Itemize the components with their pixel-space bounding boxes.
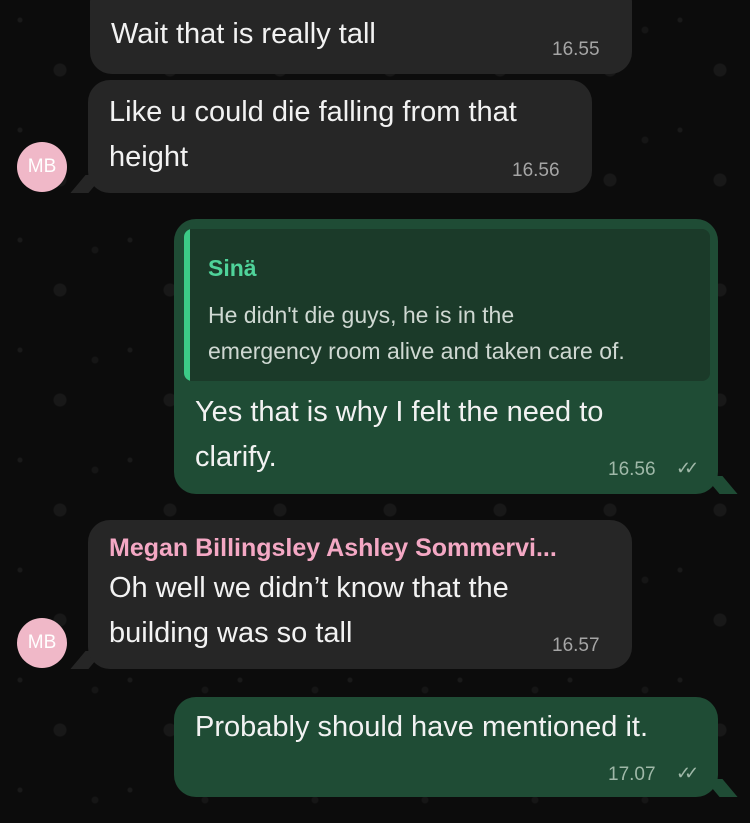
message-bubble-outgoing[interactable]: Sinä He didn't die guys, he is in the em… xyxy=(174,219,718,494)
message-time: 16.57 xyxy=(552,635,600,656)
message-text: Like u could die falling from that xyxy=(109,96,517,128)
message-bubble-outgoing[interactable]: Probably should have mentioned it. 17.07… xyxy=(174,697,718,797)
quote-accent-bar xyxy=(184,229,190,381)
quoted-message[interactable]: Sinä He didn't die guys, he is in the em… xyxy=(184,229,710,381)
double-check-icon: ✓✓ xyxy=(676,458,699,478)
message-time: 16.56 xyxy=(512,160,560,181)
message-time: 16.55 xyxy=(552,39,600,60)
message-text: building was so tall xyxy=(109,617,353,649)
message-text: Yes that is why I felt the need to xyxy=(195,396,604,428)
message-text: Probably should have mentioned it. xyxy=(195,711,649,743)
sender-name[interactable]: Megan Billingsley Ashley Sommervi... xyxy=(109,534,557,563)
message-text: Wait that is really tall xyxy=(111,18,376,50)
message-bubble-incoming[interactable]: Wait that is really tall 16.55 xyxy=(90,0,632,74)
avatar[interactable]: MB xyxy=(17,142,67,192)
message-time: 16.56 xyxy=(608,459,656,480)
quote-text: He didn't die guys, he is in the xyxy=(208,302,515,328)
message-time: 17.07 xyxy=(608,764,656,785)
message-bubble-incoming[interactable]: Megan Billingsley Ashley Sommervi... Oh … xyxy=(88,520,632,669)
quote-sender: Sinä xyxy=(208,255,257,281)
message-bubble-incoming[interactable]: Like u could die falling from that heigh… xyxy=(88,80,592,193)
message-text: Oh well we didn’t know that the xyxy=(109,572,509,604)
avatar[interactable]: MB xyxy=(17,618,67,668)
double-check-icon: ✓✓ xyxy=(676,763,699,783)
quote-text: emergency room alive and taken care of. xyxy=(208,338,625,364)
message-text: clarify. xyxy=(195,441,277,473)
message-text: height xyxy=(109,141,189,173)
